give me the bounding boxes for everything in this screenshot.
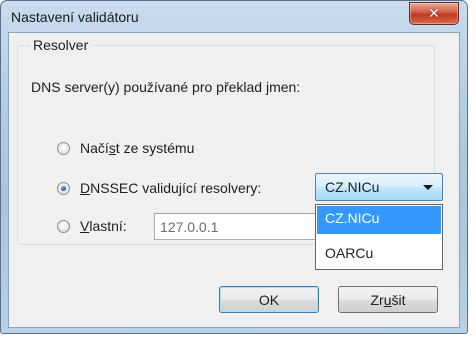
- window-title: Nastavení validátoru: [11, 9, 139, 25]
- close-icon: ✕: [428, 5, 440, 22]
- radio-custom[interactable]: [57, 219, 70, 233]
- radio-custom-label: Vlastní:: [80, 218, 127, 234]
- radio-system[interactable]: [57, 141, 70, 155]
- combobox-selected-value: CZ.NICu: [325, 179, 380, 195]
- resolver-group-label: Resolver: [30, 37, 92, 53]
- close-button[interactable]: ✕: [409, 2, 459, 25]
- custom-server-value: 127.0.0.1: [160, 219, 219, 235]
- radio-dnssec-label: DNSSEC validující resolvery:: [80, 180, 262, 196]
- radio-system-label: Načíst ze systému: [80, 140, 195, 156]
- cancel-button-label: Zrušit: [370, 291, 406, 308]
- cancel-button[interactable]: Zrušit: [338, 286, 438, 313]
- dropdown-item-oarc[interactable]: OARCu: [317, 241, 441, 269]
- radio-dnssec[interactable]: [57, 181, 70, 195]
- radio-custom-row[interactable]: Vlastní:: [57, 218, 127, 234]
- chevron-down-icon[interactable]: [423, 185, 433, 190]
- custom-server-input[interactable]: 127.0.0.1: [154, 213, 319, 240]
- resolver-combobox[interactable]: CZ.NICu: [315, 173, 443, 201]
- radio-system-row[interactable]: Načíst ze systému: [57, 140, 194, 156]
- dropdown-item-cznic[interactable]: CZ.NICu: [317, 206, 441, 234]
- resolver-dropdown-list: CZ.NICu OARCu: [315, 204, 443, 270]
- title-bar[interactable]: Nastavení validátoru ✕: [1, 1, 467, 33]
- radio-dnssec-row[interactable]: DNSSEC validující resolvery:: [57, 180, 261, 196]
- ok-button[interactable]: OK: [219, 286, 319, 313]
- dns-servers-description: DNS server(y) používané pro překlad jmen…: [31, 79, 301, 95]
